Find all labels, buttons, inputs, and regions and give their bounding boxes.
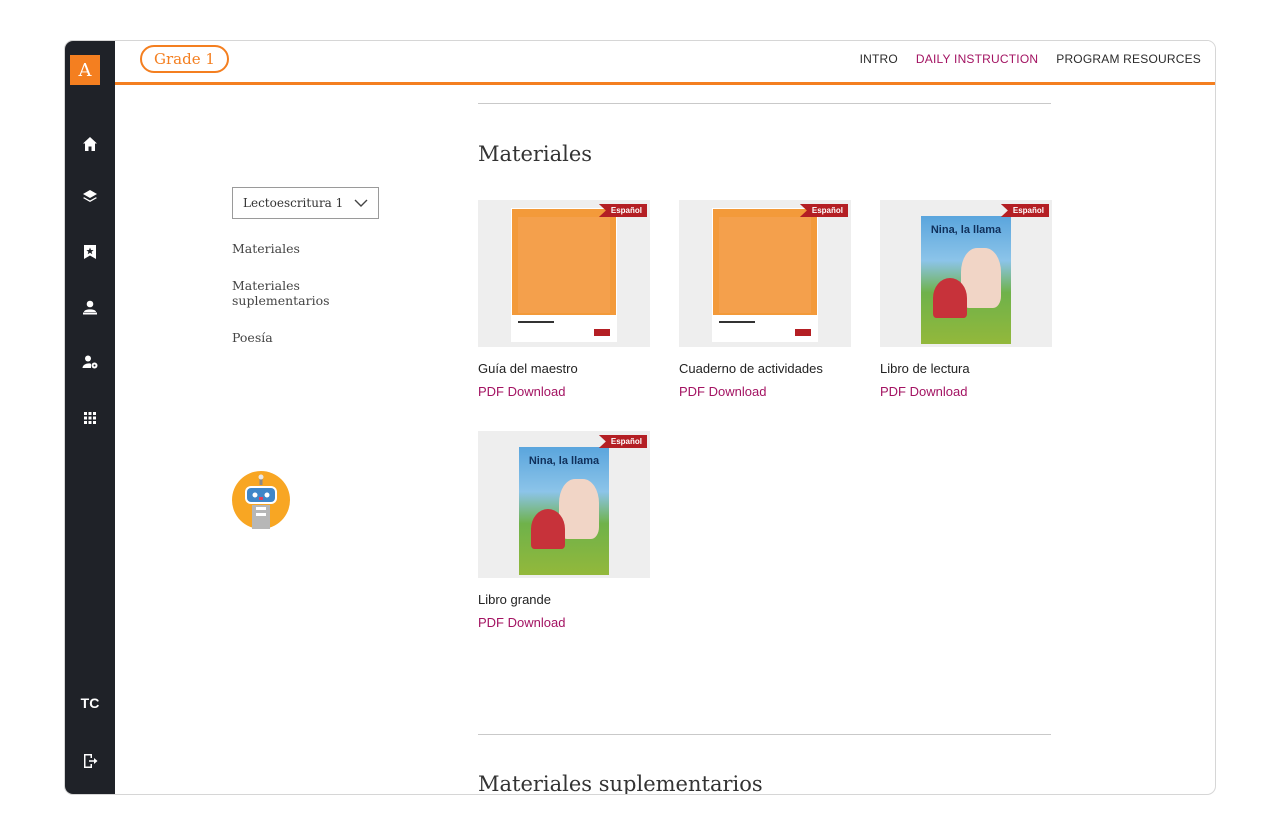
language-badge: Español [598, 435, 647, 448]
grade-selector[interactable]: Grade 1 [140, 45, 229, 73]
material-thumbnail[interactable]: Nina, la llama Español [880, 200, 1052, 347]
app-logo[interactable]: A [70, 55, 100, 85]
user-settings-icon[interactable] [65, 348, 115, 376]
bookmark-star-icon[interactable] [65, 238, 115, 266]
main-content: Lectoescritura 1 Materiales Materiales s… [115, 88, 1215, 794]
material-card: Nina, la llama Español Libro grande PDF … [478, 431, 650, 630]
language-badge: Español [598, 204, 647, 217]
toc-item-materiales-suplementarios[interactable]: Materiales suplementarios [232, 278, 330, 308]
toc-item-poesia[interactable]: Poesía [232, 330, 273, 345]
grid-icon[interactable] [65, 404, 115, 432]
section-divider [478, 734, 1051, 735]
material-title: Cuaderno de actividades [679, 361, 823, 376]
cover-image [511, 208, 617, 342]
material-title: Libro grande [478, 592, 551, 607]
top-nav: INTRO DAILY INSTRUCTION PROGRAM RESOURCE… [860, 41, 1201, 77]
material-thumbnail[interactable]: Español [478, 200, 650, 347]
section-title-materiales-suplementarios: Materiales suplementarios [478, 772, 763, 795]
material-card: Nina, la llama Español Libro de lectura … [880, 200, 1052, 399]
cover-image: Nina, la llama [921, 216, 1011, 344]
section-title-materiales: Materiales [478, 142, 593, 166]
cover-image [712, 208, 818, 342]
nav-intro[interactable]: INTRO [860, 52, 898, 66]
material-card: Español Cuaderno de actividades PDF Down… [679, 200, 851, 399]
pdf-download-link[interactable]: PDF Download [679, 384, 851, 399]
pdf-download-link[interactable]: PDF Download [478, 384, 650, 399]
app-window: A TC Grade 1 INTRO DAILY INSTRUCTION PRO [64, 40, 1216, 795]
user-initials[interactable]: TC [65, 695, 115, 711]
language-badge: Español [799, 204, 848, 217]
chevron-down-icon [354, 199, 368, 207]
nav-program-resources[interactable]: PROGRAM RESOURCES [1056, 52, 1201, 66]
language-badge: Español [1000, 204, 1049, 217]
sidebar: A TC [65, 41, 115, 794]
cover-title: Nina, la llama [930, 224, 1002, 236]
section-divider [478, 103, 1051, 104]
cover-image: Nina, la llama [519, 447, 609, 575]
robot-icon [245, 474, 277, 529]
material-thumbnail[interactable]: Nina, la llama Español [478, 431, 650, 578]
material-title: Libro de lectura [880, 361, 970, 376]
toc-item-materiales[interactable]: Materiales [232, 241, 300, 256]
home-icon[interactable] [65, 130, 115, 158]
unit-dropdown[interactable]: Lectoescritura 1 [232, 187, 379, 219]
material-card: Español Guía del maestro PDF Download [478, 200, 650, 399]
cover-title: Nina, la llama [528, 455, 600, 467]
material-thumbnail[interactable]: Español [679, 200, 851, 347]
top-bar: Grade 1 INTRO DAILY INSTRUCTION PROGRAM … [115, 41, 1215, 85]
layers-icon[interactable] [65, 183, 115, 211]
material-title: Guía del maestro [478, 361, 578, 376]
pdf-download-link[interactable]: PDF Download [478, 615, 650, 630]
assistant-robot-avatar[interactable] [232, 471, 290, 529]
nav-daily-instruction[interactable]: DAILY INSTRUCTION [916, 52, 1038, 66]
logout-icon[interactable] [65, 747, 115, 775]
unit-dropdown-value: Lectoescritura 1 [243, 196, 344, 210]
teacher-icon[interactable] [65, 293, 115, 321]
pdf-download-link[interactable]: PDF Download [880, 384, 1052, 399]
